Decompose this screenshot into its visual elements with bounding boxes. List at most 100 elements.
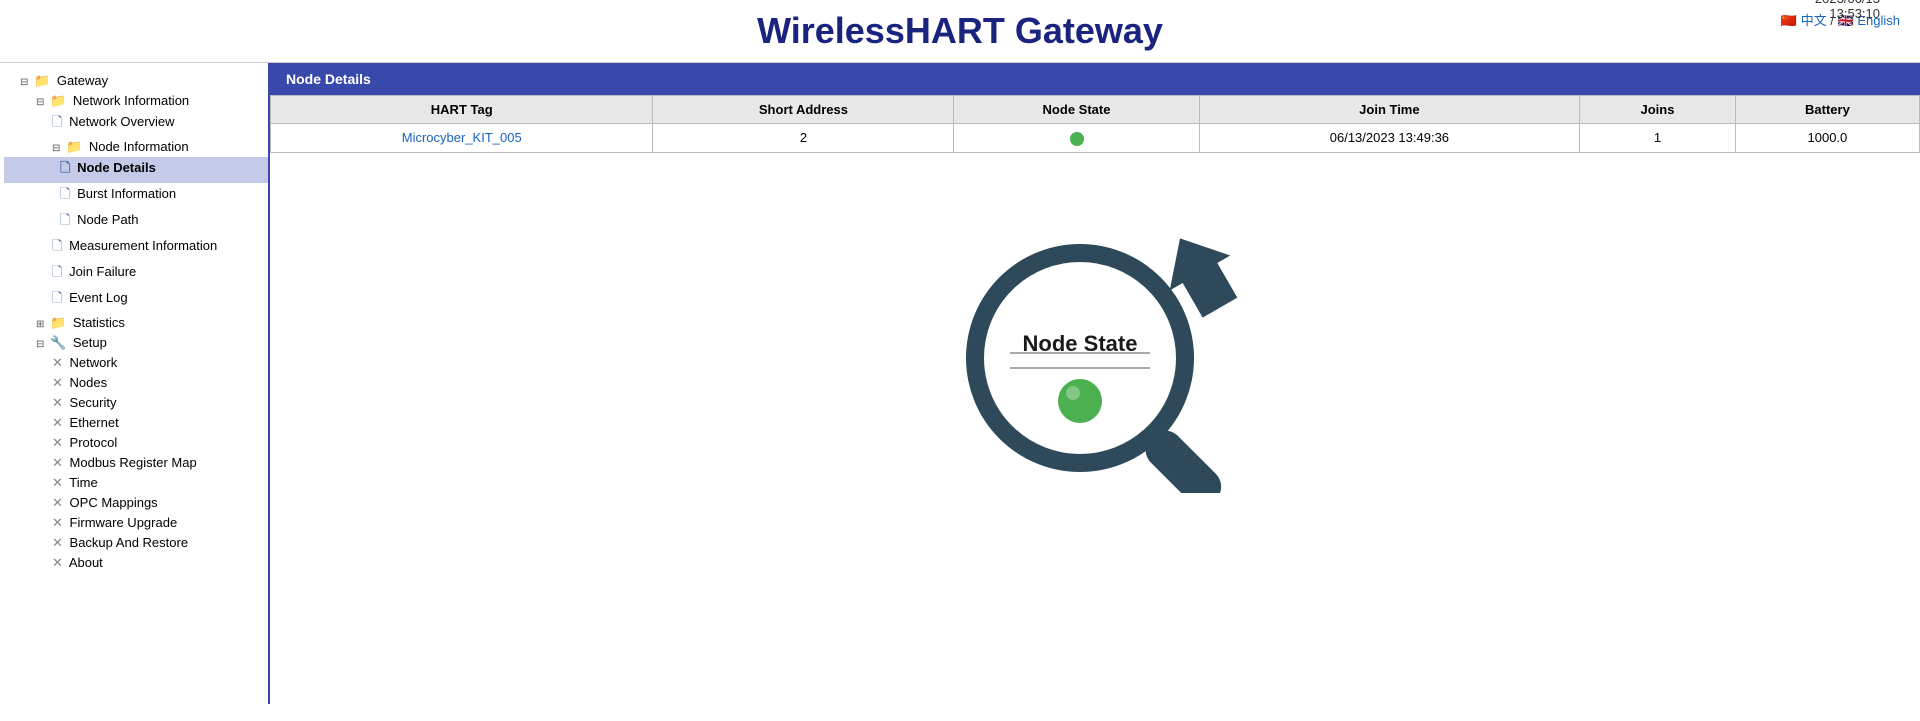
sidebar-item-gateway[interactable]: ⊟ 📁 Gateway	[4, 71, 268, 91]
cross-icon-nodes: ✕	[52, 375, 63, 390]
main-content: Node Details HART Tag Short Address Node…	[270, 63, 1920, 704]
sidebar-item-setup-nodes[interactable]: ✕ Nodes	[4, 373, 268, 393]
folder-icon-nodeinfo: 📁	[66, 139, 82, 154]
sidebar-label-setup-backup: Backup And Restore	[70, 535, 189, 550]
folder-icon-ni: 📁	[50, 93, 66, 108]
sidebar-item-setup-opc[interactable]: ✕ OPC Mappings	[4, 493, 268, 513]
sidebar-item-setup-network[interactable]: ✕ Network	[4, 353, 268, 373]
illustration-area: Node State	[270, 163, 1920, 513]
sidebar-item-setup-backup[interactable]: ✕ Backup And Restore	[4, 533, 268, 553]
node-details-table: HART Tag Short Address Node State Join T…	[270, 95, 1920, 153]
cross-icon-backup: ✕	[52, 535, 63, 550]
sidebar-item-setup-firmware[interactable]: ✕ Firmware Upgrade	[4, 513, 268, 533]
sidebar-label-setup-time: Time	[69, 475, 97, 490]
cell-battery: 1000.0	[1735, 124, 1919, 153]
sidebar-label-statistics: Statistics	[73, 315, 125, 330]
cell-joins: 1	[1580, 124, 1736, 153]
sidebar-item-setup-about[interactable]: ✕ About	[4, 553, 268, 573]
language-selector[interactable]: 🇨🇳 中文 / 🇬🇧 English 2023/06/13 13:53:10	[1781, 10, 1900, 29]
table-row: Microcyber_KIT_005 2 06/13/2023 13:49:36…	[271, 124, 1920, 153]
section-header: Node Details	[270, 63, 1920, 95]
node-state-illustration: Node State	[895, 183, 1295, 493]
sidebar-item-setup-modbus[interactable]: ✕ Modbus Register Map	[4, 453, 268, 473]
sidebar-label-setup-ethernet: Ethernet	[70, 415, 119, 430]
sidebar-label-network-information: Network Information	[73, 93, 189, 108]
doc-icon-no: 🗋	[52, 114, 62, 129]
doc-icon-mi: 🗋	[52, 238, 62, 253]
sidebar-item-node-information[interactable]: ⊟ 📁 Node Information	[4, 137, 268, 157]
col-header-hart-tag: HART Tag	[271, 96, 653, 124]
cross-icon-protocol: ✕	[52, 435, 63, 450]
sidebar-label-event-log: Event Log	[69, 290, 128, 305]
folder-icon-setup: 🔧	[50, 335, 66, 350]
cross-icon-modbus: ✕	[52, 455, 63, 470]
sidebar-label-measurement-information: Measurement Information	[69, 238, 217, 253]
sidebar-item-setup-time[interactable]: ✕ Time	[4, 473, 268, 493]
folder-icon: 📁	[34, 73, 50, 88]
doc-icon-np: 🗋	[60, 212, 70, 227]
cross-icon-ethernet: ✕	[52, 415, 63, 430]
sidebar-item-setup[interactable]: ⊟ 🔧 Setup	[4, 333, 268, 353]
doc-icon-nd: 🗋	[60, 160, 70, 175]
sidebar-label-setup-security: Security	[70, 395, 117, 410]
col-header-join-time: Join Time	[1199, 96, 1580, 124]
cross-icon-time: ✕	[52, 475, 63, 490]
cross-icon-opc: ✕	[52, 495, 63, 510]
sidebar-label-node-details: Node Details	[77, 160, 156, 175]
sidebar-item-network-information[interactable]: ⊟ 📁 Network Information	[4, 91, 268, 111]
sidebar-item-node-details[interactable]: 🗋 Node Details	[4, 157, 268, 183]
sidebar-label-node-path: Node Path	[77, 212, 138, 227]
sidebar-label-setup-about: About	[69, 555, 103, 570]
sidebar-item-event-log[interactable]: 🗋 Event Log	[4, 287, 268, 313]
sidebar-item-network-overview[interactable]: 🗋 Network Overview	[4, 111, 268, 137]
cross-icon-security: ✕	[52, 395, 63, 410]
node-state-dot	[1070, 132, 1084, 146]
datetime-display: 2023/06/13 13:53:10	[1781, 0, 1880, 21]
sidebar-item-setup-protocol[interactable]: ✕ Protocol	[4, 433, 268, 453]
col-header-node-state: Node State	[954, 96, 1199, 124]
expand-icon-nodeinfo: ⊟	[52, 143, 60, 154]
cell-hart-tag[interactable]: Microcyber_KIT_005	[271, 124, 653, 153]
sidebar-label-setup-opc: OPC Mappings	[70, 495, 158, 510]
sidebar-item-setup-ethernet[interactable]: ✕ Ethernet	[4, 413, 268, 433]
cell-node-state	[954, 124, 1199, 153]
sidebar-label-setup: Setup	[73, 335, 107, 350]
sidebar-label-node-information: Node Information	[89, 139, 189, 154]
sidebar-label-network-overview: Network Overview	[69, 114, 174, 129]
sidebar: ⊟ 📁 Gateway ⊟ 📁 Network Information 🗋 Ne…	[0, 63, 270, 704]
cell-join-time: 06/13/2023 13:49:36	[1199, 124, 1580, 153]
col-header-short-address: Short Address	[653, 96, 954, 124]
sidebar-item-node-path[interactable]: 🗋 Node Path	[4, 209, 268, 235]
expand-icon-ni: ⊟	[36, 97, 44, 108]
doc-icon-el: 🗋	[52, 290, 62, 305]
folder-icon-stats: 📁	[50, 315, 66, 330]
cross-icon-firmware: ✕	[52, 515, 63, 530]
sidebar-item-measurement-information[interactable]: 🗋 Measurement Information	[4, 235, 268, 261]
sidebar-label-gateway: Gateway	[57, 73, 108, 88]
cross-icon-about: ✕	[52, 555, 63, 570]
sidebar-label-setup-modbus: Modbus Register Map	[70, 455, 197, 470]
main-layout: ⊟ 📁 Gateway ⊟ 📁 Network Information 🗋 Ne…	[0, 63, 1920, 704]
sidebar-label-join-failure: Join Failure	[69, 264, 136, 279]
page-header: WirelessHART Gateway 🇨🇳 中文 / 🇬🇧 English …	[0, 0, 1920, 63]
expand-icon: ⊟	[20, 77, 28, 88]
doc-icon-jf: 🗋	[52, 264, 62, 279]
expand-icon-setup: ⊟	[36, 339, 44, 350]
sidebar-label-setup-network: Network	[70, 355, 118, 370]
doc-icon-bi: 🗋	[60, 186, 70, 201]
hart-tag-link[interactable]: Microcyber_KIT_005	[402, 130, 522, 145]
sidebar-label-setup-firmware: Firmware Upgrade	[70, 515, 178, 530]
cell-short-address: 2	[653, 124, 954, 153]
page-title: WirelessHART Gateway	[757, 10, 1163, 52]
expand-icon-stats: ⊞	[36, 319, 44, 330]
svg-text:Node State: Node State	[1023, 331, 1138, 356]
sidebar-item-join-failure[interactable]: 🗋 Join Failure	[4, 261, 268, 287]
cross-icon-network: ✕	[52, 355, 63, 370]
sidebar-item-statistics[interactable]: ⊞ 📁 Statistics	[4, 313, 268, 333]
sidebar-label-burst-information: Burst Information	[77, 186, 176, 201]
sidebar-label-setup-protocol: Protocol	[70, 435, 118, 450]
sidebar-label-setup-nodes: Nodes	[70, 375, 108, 390]
col-header-joins: Joins	[1580, 96, 1736, 124]
sidebar-item-burst-information[interactable]: 🗋 Burst Information	[4, 183, 268, 209]
sidebar-item-setup-security[interactable]: ✕ Security	[4, 393, 268, 413]
